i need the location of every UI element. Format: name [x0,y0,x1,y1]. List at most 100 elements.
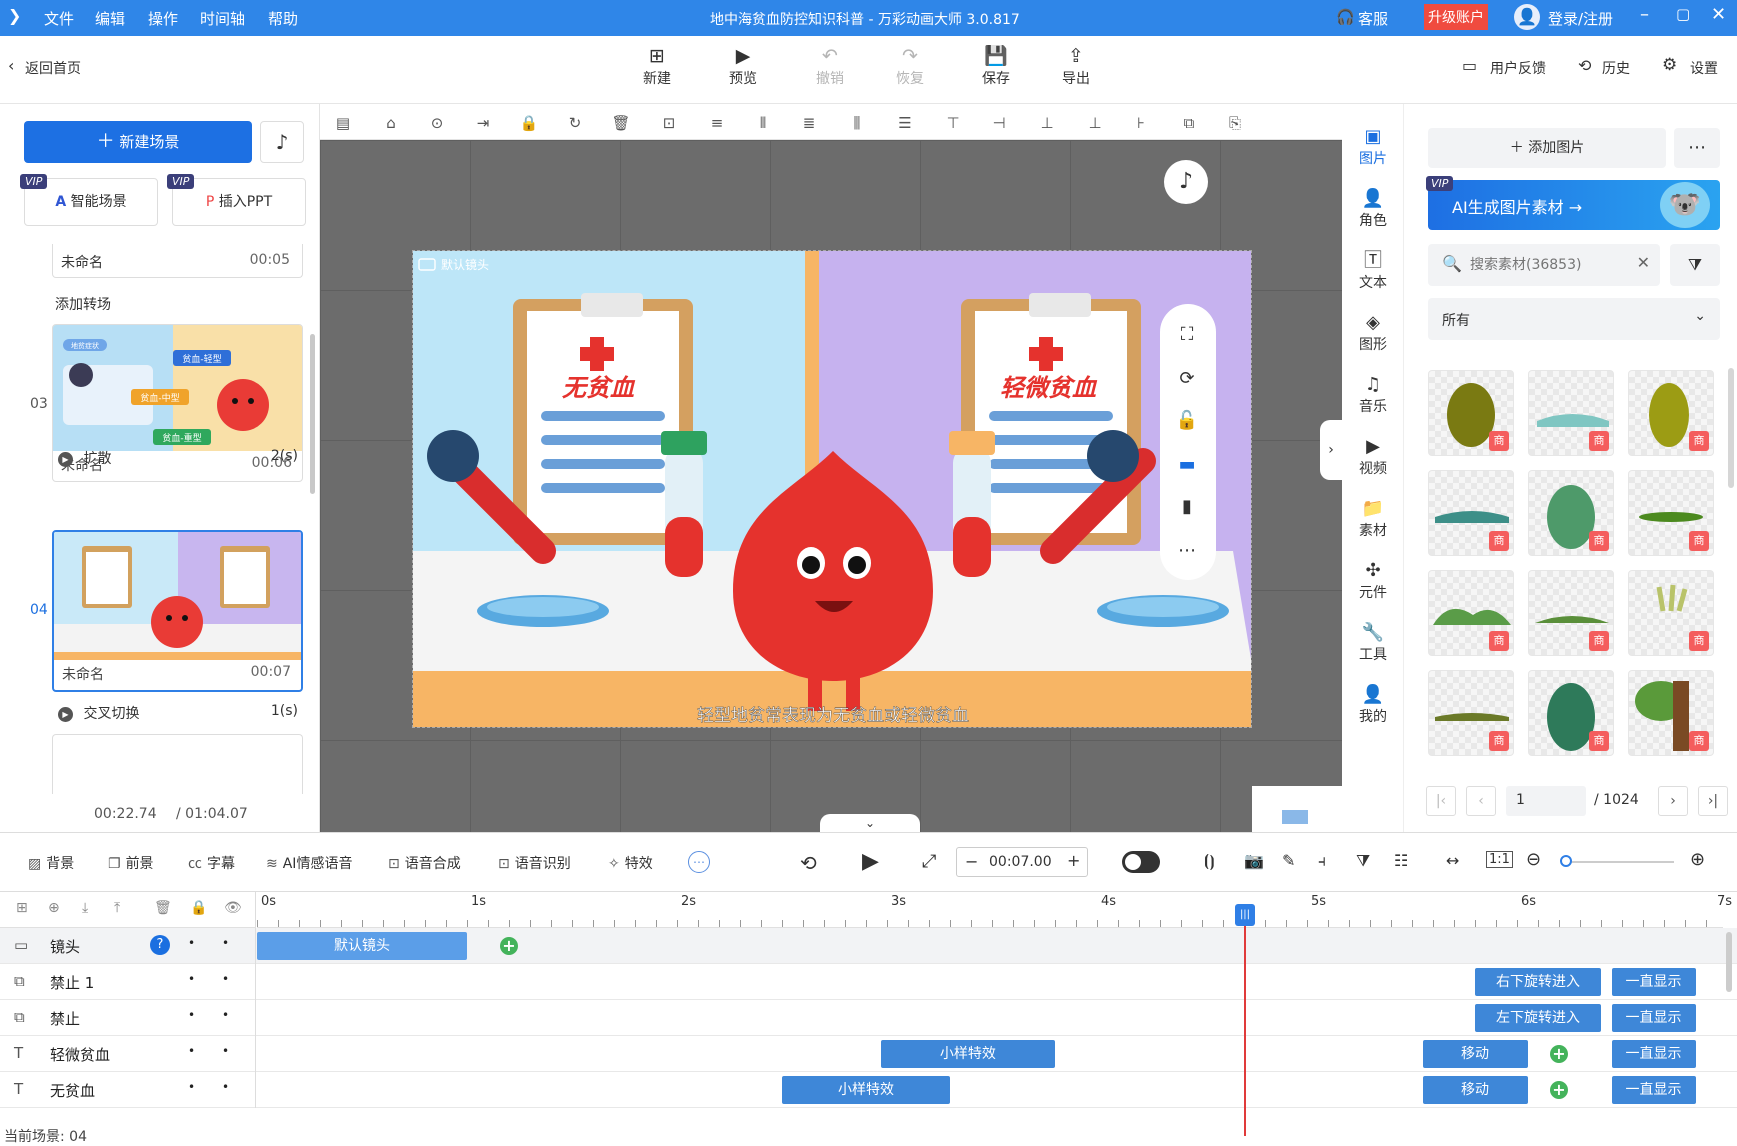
settings-link[interactable]: 设置 [1690,58,1718,78]
replay-icon[interactable]: ⟲ [800,851,817,875]
effects-button[interactable]: ✧ 特效 [608,853,653,873]
timeline-clip[interactable]: 小样特效 [880,1040,1055,1068]
asset-thumb[interactable]: 商 [1428,470,1514,556]
timeline-clip[interactable]: 移动 [1422,1040,1528,1068]
edit-icon[interactable]: ✎ [1282,851,1295,870]
canvas-frame[interactable]: 无贫血 轻微贫血 轻型地贫常表现为无贫血或轻微贫血 默认镜头 [412,250,1252,728]
toggle-switch[interactable] [1122,851,1160,873]
fit-width-icon[interactable]: ↔ [1446,851,1459,870]
timeline-clip[interactable]: 一直显示 [1611,1076,1696,1104]
menu-edit[interactable]: 编辑 [95,8,125,29]
time-value[interactable]: 00:07.00 [989,854,1052,870]
nav-video[interactable]: ▶ 视频 [1342,436,1404,478]
dot-visible-icon[interactable]: • [222,1008,229,1022]
filter-icon[interactable]: ⧩ [1356,851,1370,871]
nav-component[interactable]: ✣ 元件 [1342,560,1404,602]
asset-thumb[interactable]: 商 [1628,670,1714,756]
clear-icon[interactable]: ✕ [1637,253,1650,272]
ratio-icon[interactable]: 1:1 [1486,851,1513,868]
tts-button[interactable]: ⊡ 语音合成 [388,853,461,873]
menu-operate[interactable]: 操作 [148,8,178,29]
distribute-h-icon[interactable]: ⫼ [846,112,868,134]
nav-tools[interactable]: 🔧 工具 [1342,622,1404,664]
history-link[interactable]: 历史 [1602,58,1630,78]
zoom-slider[interactable] [1560,855,1674,867]
nav-shape[interactable]: ◈ 图形 [1342,312,1404,354]
sliders-icon[interactable]: ☷ [1394,851,1408,870]
undo-button[interactable]: ↶ 撤销 [803,44,857,88]
add-keyframe-icon[interactable]: + [1550,1045,1568,1063]
eye-icon[interactable]: 👁 [224,900,242,916]
more-tools-icon[interactable]: ⋯ [688,851,710,873]
new-scene-button[interactable]: ＋ 新建场景 [24,121,252,163]
nav-music[interactable]: ♫ 音乐 [1342,374,1404,416]
export-button[interactable]: ⇪ 导出 [1049,44,1103,88]
asset-thumb[interactable]: 商 [1628,470,1714,556]
frame-icon[interactable]: ⦗⦘ [1204,851,1215,871]
play-icon[interactable]: ▶ [862,849,879,874]
scene-card-empty[interactable] [52,734,303,794]
center-h-icon[interactable]: ⊦ [1130,112,1152,134]
scene-card-04[interactable]: 未命名 00:07 [52,530,303,692]
minus-icon[interactable]: − [965,852,978,871]
scene-card-prev[interactable]: 未命名 00:05 [52,244,303,278]
speech-recognition-button[interactable]: ⊡ 语音识别 [498,853,571,873]
camera-icon[interactable]: 📷 [1244,851,1264,870]
nav-image[interactable]: ▣ 图片 [1342,126,1404,168]
zoom-in-icon[interactable]: ⊕ [1690,849,1705,870]
service-link[interactable]: 客服 [1358,8,1388,29]
move-up-icon[interactable]: ⤒ [114,900,120,916]
rotate-icon[interactable]: ⟳ [1160,358,1214,400]
track-row[interactable]: ⧉ 禁止 • • 左下旋转进入 一直显示 [0,1000,1737,1036]
asset-thumb[interactable]: 商 [1528,570,1614,656]
center-v-icon[interactable]: ⊥ [1084,112,1106,134]
add-keyframe-icon[interactable]: + [500,937,518,955]
nav-character[interactable]: 👤 角色 [1342,188,1404,230]
zoom-out-icon[interactable]: ⊖ [1526,849,1541,870]
track-header[interactable]: ▭ 镜头? • • [0,928,256,964]
add-transition-link[interactable]: 添加转场 [55,294,111,314]
move-down-icon[interactable]: ⤓ [82,900,88,916]
fit-screen-icon[interactable]: ⛶ [1160,314,1214,356]
transition-row[interactable]: ▶ 交叉切换 1(s) [58,703,298,725]
more-options-button[interactable]: ⋯ [1674,128,1720,168]
distribute-v-icon[interactable]: ☰ [894,112,916,134]
asset-thumb[interactable]: 商 [1628,370,1714,456]
dot-lock-icon[interactable]: • [188,936,195,950]
portrait-screen-icon[interactable]: ▮ [1160,486,1214,528]
foreground-button[interactable]: ❐ 前景 [108,853,154,873]
avatar[interactable]: 👤 [1514,4,1540,30]
scene-list-scrollbar[interactable] [310,334,315,494]
first-page-button[interactable]: |‹ [1426,786,1456,816]
timeline-clip[interactable]: 小样特效 [782,1076,950,1104]
expand-timeline-tab[interactable]: ⌄ [820,814,920,832]
search-box[interactable]: 🔍 ✕ [1428,244,1660,286]
track-row[interactable]: T 轻微贫血 • • 小样特效 移动 一直显示 + [0,1036,1737,1072]
plus-icon[interactable]: + [1067,851,1080,870]
dot-lock-icon[interactable]: • [188,1008,195,1022]
asset-thumb[interactable]: 商 [1428,370,1514,456]
minimize-icon[interactable]: – [1640,4,1649,25]
timeline-clip[interactable]: 默认镜头 [257,932,467,960]
add-image-button[interactable]: ＋ 添加图片 [1428,128,1666,168]
add-folder-icon[interactable]: ⊞ [16,900,28,916]
asset-scrollbar[interactable] [1728,368,1734,488]
close-icon[interactable]: ✕ [1711,4,1726,25]
ai-voice-button[interactable]: ≋ AI情感语音 [266,853,352,873]
lock-icon[interactable]: 🔒 [190,900,207,916]
delete-icon[interactable]: 🗑 [154,900,172,916]
nav-mine[interactable]: 👤 我的 [1342,684,1404,726]
timeline-vscroll[interactable] [1726,932,1732,992]
menu-file[interactable]: 文件 [44,8,74,29]
search-input[interactable] [1470,252,1620,278]
fullscreen-icon[interactable]: ⤢ [922,851,936,872]
focus-icon[interactable]: ⊡ [658,112,680,134]
landscape-screen-icon[interactable]: ▬ [1160,444,1214,486]
asset-thumb[interactable]: 商 [1528,670,1614,756]
asset-thumb[interactable]: 商 [1428,570,1514,656]
align-mid-icon[interactable]: ⊣ [988,112,1010,134]
timeline-clip[interactable]: 左下旋转进入 [1475,1004,1601,1032]
last-page-button[interactable]: ›| [1698,786,1728,816]
new-button[interactable]: ⊞ 新建 [630,44,684,88]
login-button[interactable]: 登录/注册 [1548,8,1613,29]
